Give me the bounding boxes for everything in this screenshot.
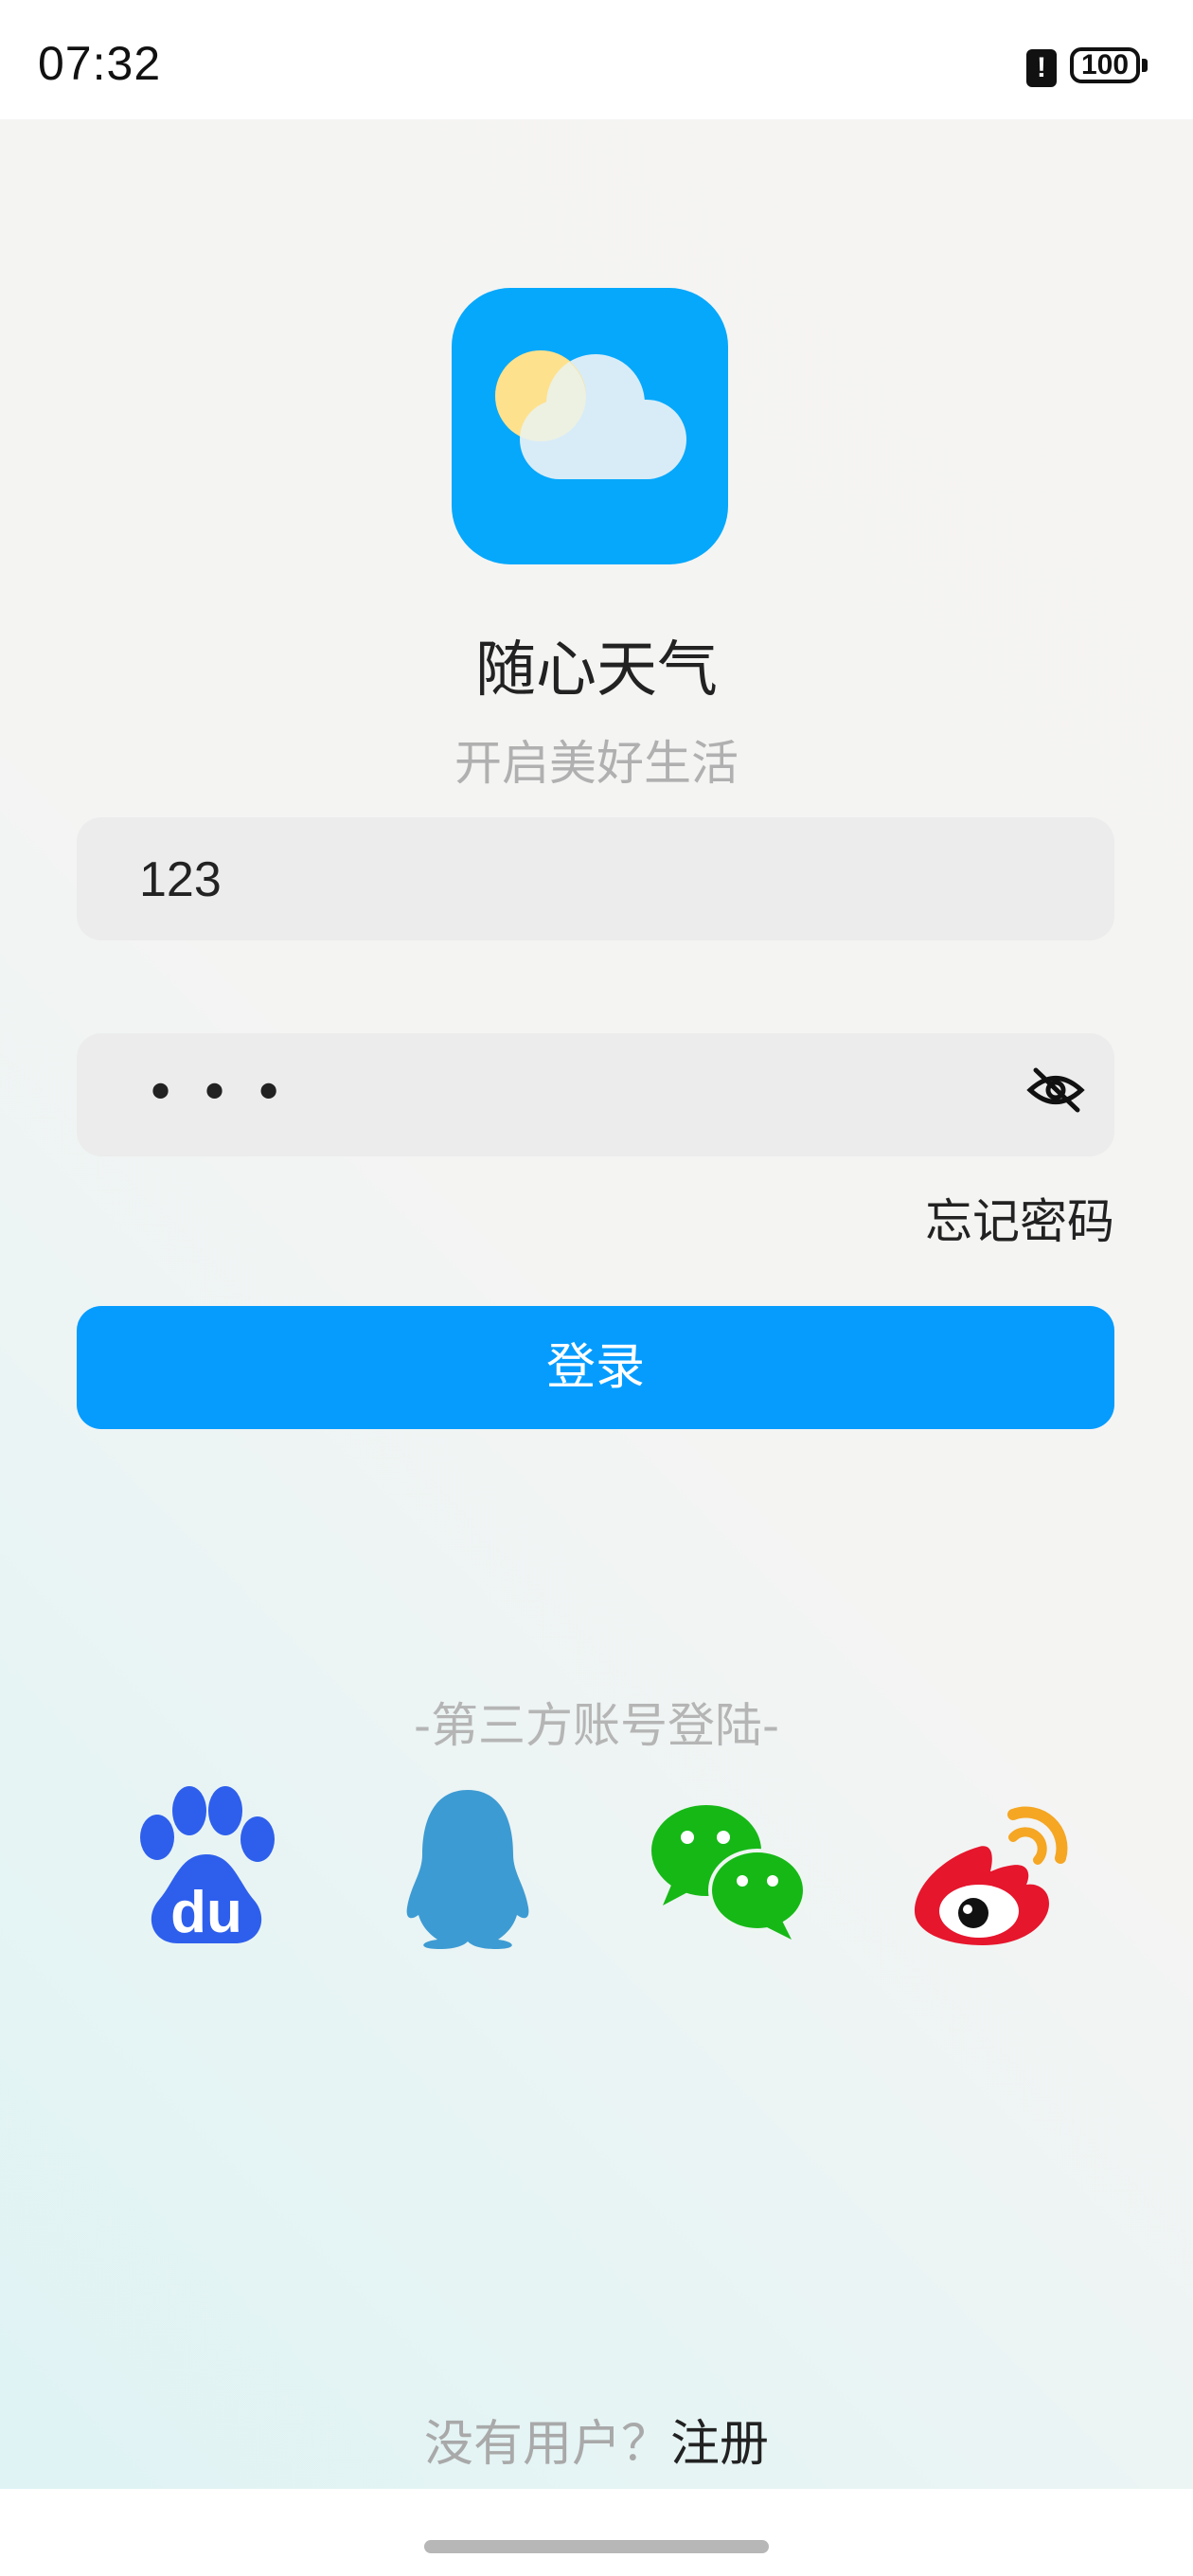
forgot-password-link[interactable]: 忘记密码 <box>925 1184 1114 1252</box>
username-input[interactable] <box>137 817 993 942</box>
alert-icon: ! <box>1026 49 1057 87</box>
login-button[interactable]: 登录 <box>77 1306 1114 1429</box>
eye-off-icon[interactable] <box>1026 1066 1085 1114</box>
third-party-title: -第三方账号登陆- <box>413 1698 780 1753</box>
battery-icon: 100 <box>1070 47 1140 83</box>
qq-penguin-icon[interactable] <box>383 1780 553 1951</box>
battery-tip <box>1142 59 1148 72</box>
navigation-bar <box>0 2489 1193 2576</box>
register-prompt: 没有用户？注册 <box>0 2404 1193 2475</box>
app-slogan: 开启美好生活 <box>454 736 739 791</box>
username-field[interactable] <box>77 817 1114 942</box>
register-link[interactable]: 注册 <box>670 2416 769 2473</box>
login-screen: 随心天气 开启美好生活 ••• <box>0 119 1193 2489</box>
app-name: 随心天气 <box>475 635 718 706</box>
svg-text:du: du <box>170 1880 242 1945</box>
baidu-icon[interactable]: du <box>121 1780 292 1951</box>
status-bar: 07:32 ! 100 <box>0 0 1193 119</box>
home-indicator[interactable] <box>424 2540 769 2553</box>
wechat-icon[interactable] <box>644 1780 814 1951</box>
status-time: 07:32 <box>38 37 162 90</box>
weibo-icon[interactable] <box>907 1780 1077 1951</box>
no-account-text: 没有用户？ <box>423 2416 670 2473</box>
password-input[interactable]: ••• <box>145 1056 307 1132</box>
password-field[interactable]: ••• <box>77 1033 1114 1156</box>
sun-cloud-icon <box>452 288 728 564</box>
